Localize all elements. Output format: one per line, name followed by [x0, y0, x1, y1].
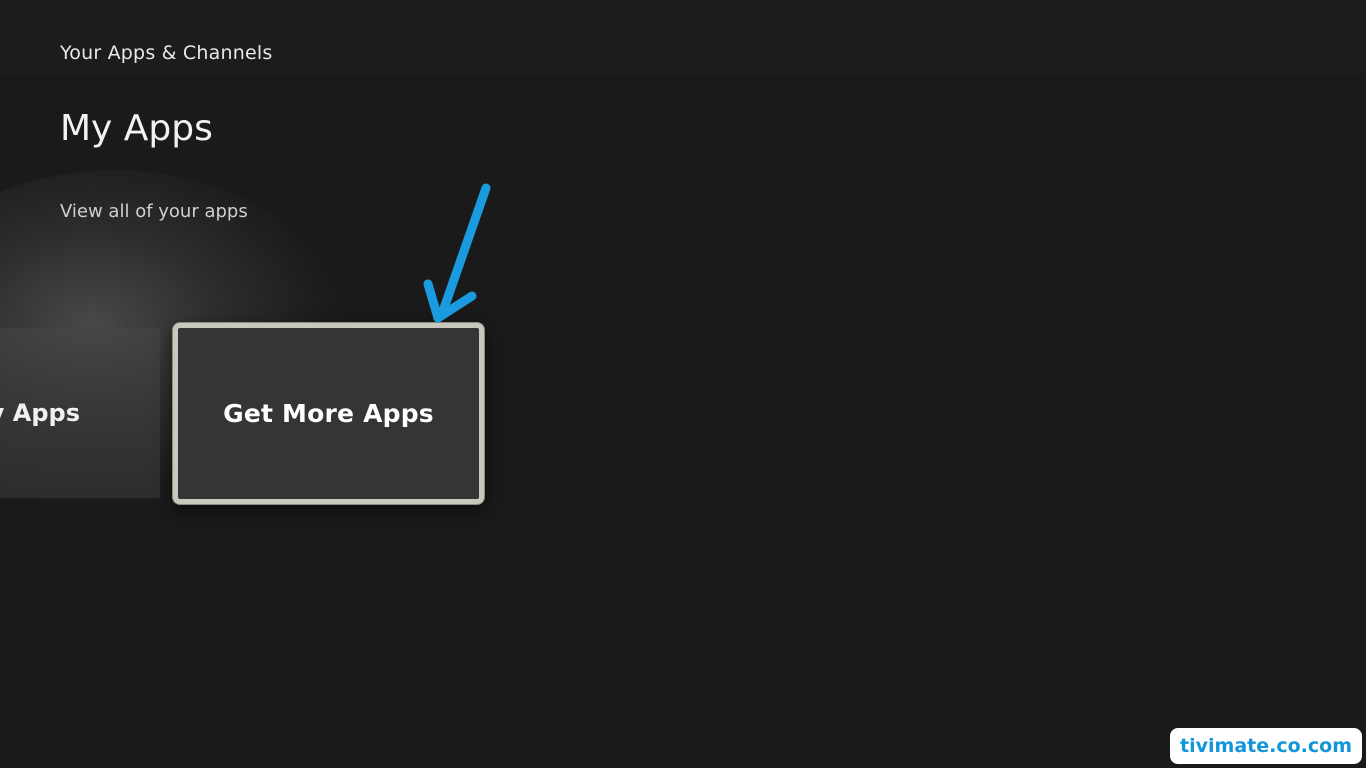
section-title: Your Apps & Channels [60, 42, 273, 64]
get-more-apps-tile-label: Get More Apps [223, 399, 434, 428]
page-title: My Apps [60, 108, 213, 149]
app-screen: Your Apps & Channels My Apps View all of… [0, 0, 1366, 768]
watermark-badge: tivimate.co.com [1170, 728, 1362, 764]
page-subtitle: View all of your apps [60, 201, 248, 222]
get-more-apps-tile[interactable]: Get More Apps [173, 323, 484, 504]
my-apps-tile-label: My Apps [0, 399, 80, 427]
arrow-down-icon [423, 183, 491, 323]
my-apps-tile[interactable]: My Apps [0, 328, 160, 498]
